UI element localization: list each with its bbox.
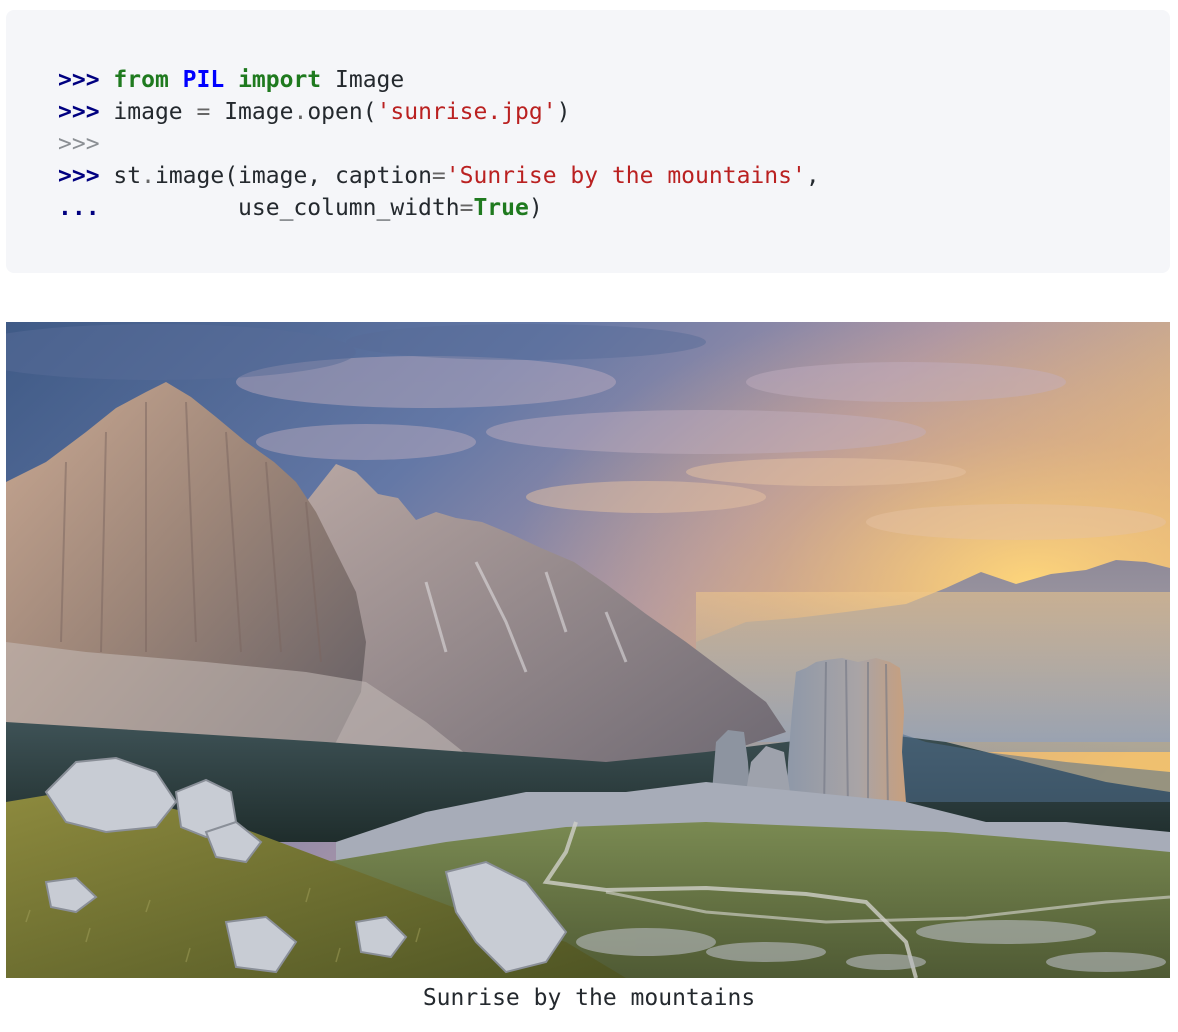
code-prompt: >>> [58, 67, 100, 93]
code-token: ) [528, 195, 543, 221]
code-prompt: >>> [58, 163, 100, 189]
code-lines: >>> from PIL import Image >>> image = Ima… [58, 64, 1170, 224]
code-prompt: ... [58, 195, 100, 221]
code-token: = [459, 195, 474, 221]
code-token: Image [321, 67, 405, 93]
image-caption: Sunrise by the mountains [422, 985, 756, 1011]
code-token: from [113, 67, 169, 93]
code-token: 'sunrise.jpg' [376, 99, 557, 125]
code-token: 'Sunrise by the mountains' [445, 163, 806, 189]
code-token: import [238, 67, 322, 93]
code-token: st [113, 163, 142, 189]
mountain-landscape-picture [6, 322, 1170, 978]
code-prompt: >>> [58, 99, 100, 125]
code-token: . [141, 163, 155, 189]
code-token: PIL [182, 67, 225, 93]
code-token: ) [556, 99, 571, 125]
code-line: >>> from PIL import Image [58, 64, 1170, 96]
code-token: Image [210, 99, 294, 125]
code-token: = [196, 99, 211, 125]
code-token: use_column_width [113, 195, 460, 221]
code-token: . [293, 99, 308, 125]
code-token: image(image, caption [154, 163, 432, 189]
sunrise-image [6, 322, 1170, 978]
code-token: = [431, 163, 446, 189]
code-token: , [805, 163, 820, 189]
code-token: True [473, 195, 529, 221]
code-token: open( [307, 99, 377, 125]
code-block: >>> from PIL import Image >>> image = Ima… [6, 10, 1170, 273]
code-line: ... use_column_width=True) [58, 192, 1170, 224]
code-line: >>> image = Image.open('sunrise.jpg') [58, 96, 1170, 128]
code-prompt: >>> [58, 131, 100, 157]
code-line: >>> st.image(image, caption='Sunrise by … [58, 160, 1170, 192]
code-token: image [113, 99, 197, 125]
code-line: >>> [58, 128, 1170, 160]
